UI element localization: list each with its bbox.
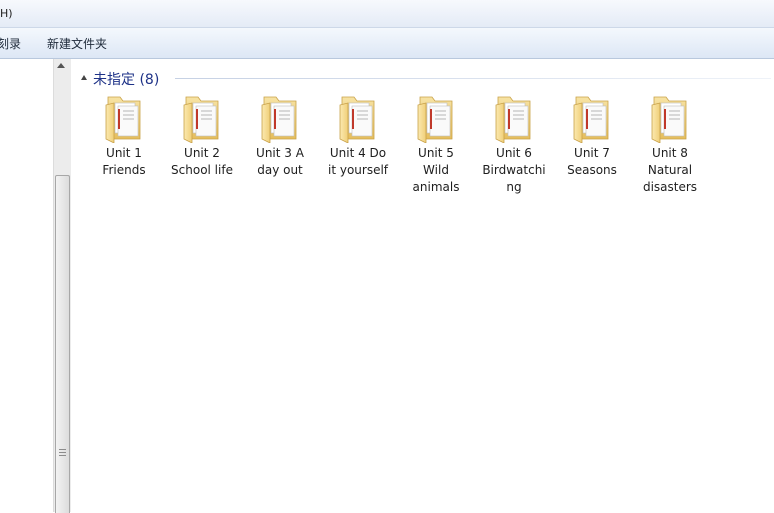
folder-label[interactable]: Unit 3 A day out (241, 145, 319, 179)
nav-scrollbar[interactable] (53, 59, 72, 513)
folder-label[interactable]: Unit 6 Birdwatchi ng (475, 145, 553, 196)
toolbar: 刻录 新建文件夹 (0, 28, 774, 59)
folder-label[interactable]: Unit 4 Do it yourself (319, 145, 397, 179)
folder-label[interactable]: Unit 1 Friends (85, 145, 163, 179)
group-header[interactable]: 未指定 (8) (81, 69, 771, 88)
folder-label[interactable]: Unit 5 Wild animals (397, 145, 475, 196)
new-folder-button[interactable]: 新建文件夹 (47, 35, 107, 52)
group-divider (175, 78, 771, 79)
folder-icon[interactable] (336, 93, 380, 144)
menu-help[interactable]: H) (0, 7, 13, 20)
folder-icon[interactable] (180, 93, 224, 144)
folder-icon[interactable] (414, 93, 458, 144)
file-list[interactable]: 未指定 (8) Unit 1 Friends Unit 2 School lif… (71, 59, 774, 512)
grip-icon (59, 449, 66, 457)
folder-item[interactable]: Unit 4 Do it yourself (319, 93, 397, 179)
scroll-thumb[interactable] (55, 175, 70, 513)
folder-item[interactable]: Unit 2 School life (163, 93, 241, 179)
folder-item[interactable]: Unit 5 Wild animals (397, 93, 475, 196)
folder-item[interactable]: Unit 8 Natural disasters (631, 93, 709, 196)
group-title: 未指定 (8) (93, 72, 160, 88)
folder-label[interactable]: Unit 7 Seasons (553, 145, 631, 179)
folder-icon[interactable] (570, 93, 614, 144)
collapse-arrow-icon[interactable] (81, 75, 87, 80)
folder-label[interactable]: Unit 8 Natural disasters (631, 145, 709, 196)
folder-item[interactable]: Unit 7 Seasons (553, 93, 631, 179)
navigation-pane[interactable] (0, 59, 54, 512)
folder-item[interactable]: Unit 3 A day out (241, 93, 319, 179)
burn-button[interactable]: 刻录 (0, 35, 21, 52)
folder-icon[interactable] (492, 93, 536, 144)
folder-icon[interactable] (648, 93, 692, 144)
folder-item[interactable]: Unit 6 Birdwatchi ng (475, 93, 553, 196)
folder-icon[interactable] (258, 93, 302, 144)
folder-item[interactable]: Unit 1 Friends (85, 93, 163, 179)
scroll-up-icon[interactable] (57, 63, 65, 68)
folder-label[interactable]: Unit 2 School life (163, 145, 241, 179)
folder-icon[interactable] (102, 93, 146, 144)
menu-bar: H) (0, 0, 774, 28)
